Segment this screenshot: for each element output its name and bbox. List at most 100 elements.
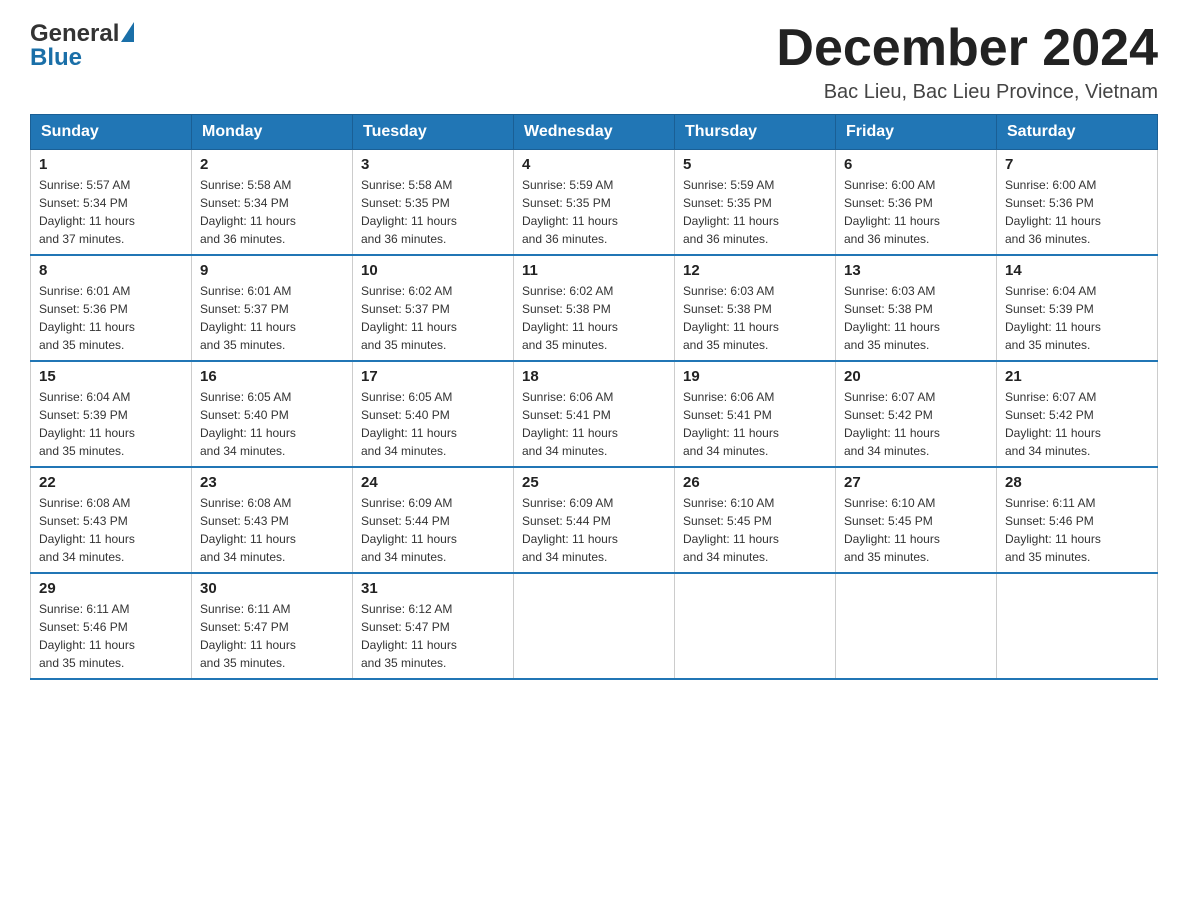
day-cell: 28 Sunrise: 6:11 AMSunset: 5:46 PMDayligh… [997,467,1158,573]
day-number: 17 [361,368,505,385]
day-info: Sunrise: 6:03 AMSunset: 5:38 PMDaylight:… [683,282,827,354]
day-cell: 5Sunrise: 5:59 AMSunset: 5:35 PMDaylight… [675,150,836,256]
day-number: 21 [1005,368,1149,385]
day-info: Sunrise: 6:00 AMSunset: 5:36 PMDaylight:… [844,176,988,248]
day-cell: 21 Sunrise: 6:07 AMSunset: 5:42 PMDayligh… [997,361,1158,467]
day-cell: 30 Sunrise: 6:11 AMSunset: 5:47 PMDayligh… [192,573,353,679]
day-cell: 7 Sunrise: 6:00 AMSunset: 5:36 PMDaylight… [997,150,1158,256]
day-cell: 22 Sunrise: 6:08 AMSunset: 5:43 PMDayligh… [31,467,192,573]
day-info: Sunrise: 6:06 AMSunset: 5:41 PMDaylight:… [683,388,827,460]
day-cell [997,573,1158,679]
day-number: 2 [200,156,344,173]
day-info: Sunrise: 6:01 AMSunset: 5:37 PMDaylight:… [200,282,344,354]
header-cell-wednesday: Wednesday [514,115,675,150]
day-info: Sunrise: 6:00 AMSunset: 5:36 PMDaylight:… [1005,176,1149,248]
day-number: 18 [522,368,666,385]
day-cell: 15 Sunrise: 6:04 AMSunset: 5:39 PMDayligh… [31,361,192,467]
day-cell: 13 Sunrise: 6:03 AMSunset: 5:38 PMDayligh… [836,255,997,361]
day-info: Sunrise: 6:11 AMSunset: 5:47 PMDaylight:… [200,600,344,672]
day-info: Sunrise: 6:07 AMSunset: 5:42 PMDaylight:… [1005,388,1149,460]
day-cell: 25 Sunrise: 6:09 AMSunset: 5:44 PMDayligh… [514,467,675,573]
day-info: Sunrise: 6:10 AMSunset: 5:45 PMDaylight:… [683,494,827,566]
day-cell: 4 Sunrise: 5:59 AMSunset: 5:35 PMDaylight… [514,150,675,256]
day-info: Sunrise: 6:02 AMSunset: 5:38 PMDaylight:… [522,282,666,354]
day-cell: 29Sunrise: 6:11 AMSunset: 5:46 PMDayligh… [31,573,192,679]
day-number: 25 [522,474,666,491]
day-info: Sunrise: 6:09 AMSunset: 5:44 PMDaylight:… [361,494,505,566]
day-cell: 14 Sunrise: 6:04 AMSunset: 5:39 PMDayligh… [997,255,1158,361]
day-number: 13 [844,262,988,279]
week-row-2: 8Sunrise: 6:01 AMSunset: 5:36 PMDaylight… [31,255,1158,361]
day-info: Sunrise: 5:59 AMSunset: 5:35 PMDaylight:… [683,176,827,248]
day-number: 1 [39,156,183,173]
day-info: Sunrise: 6:11 AMSunset: 5:46 PMDaylight:… [39,600,183,672]
day-cell: 27 Sunrise: 6:10 AMSunset: 5:45 PMDayligh… [836,467,997,573]
day-cell [836,573,997,679]
day-cell: 8Sunrise: 6:01 AMSunset: 5:36 PMDaylight… [31,255,192,361]
day-number: 15 [39,368,183,385]
day-number: 11 [522,262,666,279]
day-info: Sunrise: 6:10 AMSunset: 5:45 PMDaylight:… [844,494,988,566]
day-number: 26 [683,474,827,491]
day-cell: 17 Sunrise: 6:05 AMSunset: 5:40 PMDayligh… [353,361,514,467]
day-number: 30 [200,580,344,597]
day-number: 8 [39,262,183,279]
day-info: Sunrise: 6:08 AMSunset: 5:43 PMDaylight:… [200,494,344,566]
day-info: Sunrise: 5:58 AMSunset: 5:34 PMDaylight:… [200,176,344,248]
day-number: 10 [361,262,505,279]
page-header: General Blue December 2024 Bac Lieu, Bac… [30,20,1158,104]
day-info: Sunrise: 6:12 AMSunset: 5:47 PMDaylight:… [361,600,505,672]
header-cell-friday: Friday [836,115,997,150]
day-info: Sunrise: 5:57 AMSunset: 5:34 PMDaylight:… [39,176,183,248]
day-number: 7 [1005,156,1149,173]
day-info: Sunrise: 6:07 AMSunset: 5:42 PMDaylight:… [844,388,988,460]
header-cell-sunday: Sunday [31,115,192,150]
day-cell: 31 Sunrise: 6:12 AMSunset: 5:47 PMDayligh… [353,573,514,679]
day-number: 24 [361,474,505,491]
day-info: Sunrise: 6:09 AMSunset: 5:44 PMDaylight:… [522,494,666,566]
week-row-5: 29Sunrise: 6:11 AMSunset: 5:46 PMDayligh… [31,573,1158,679]
page-subtitle: Bac Lieu, Bac Lieu Province, Vietnam [776,81,1158,104]
day-info: Sunrise: 6:11 AMSunset: 5:46 PMDaylight:… [1005,494,1149,566]
day-number: 22 [39,474,183,491]
day-cell [675,573,836,679]
day-cell: 19 Sunrise: 6:06 AMSunset: 5:41 PMDayligh… [675,361,836,467]
day-cell: 11 Sunrise: 6:02 AMSunset: 5:38 PMDayligh… [514,255,675,361]
day-number: 20 [844,368,988,385]
day-info: Sunrise: 6:05 AMSunset: 5:40 PMDaylight:… [361,388,505,460]
header-cell-thursday: Thursday [675,115,836,150]
day-info: Sunrise: 6:08 AMSunset: 5:43 PMDaylight:… [39,494,183,566]
day-cell: 26 Sunrise: 6:10 AMSunset: 5:45 PMDayligh… [675,467,836,573]
day-cell: 6Sunrise: 6:00 AMSunset: 5:36 PMDaylight… [836,150,997,256]
day-cell: 16 Sunrise: 6:05 AMSunset: 5:40 PMDayligh… [192,361,353,467]
day-cell: 2 Sunrise: 5:58 AMSunset: 5:34 PMDaylight… [192,150,353,256]
day-cell: 18Sunrise: 6:06 AMSunset: 5:41 PMDayligh… [514,361,675,467]
day-cell: 24 Sunrise: 6:09 AMSunset: 5:44 PMDayligh… [353,467,514,573]
day-number: 19 [683,368,827,385]
day-info: Sunrise: 6:03 AMSunset: 5:38 PMDaylight:… [844,282,988,354]
day-cell: 23 Sunrise: 6:08 AMSunset: 5:43 PMDayligh… [192,467,353,573]
day-number: 14 [1005,262,1149,279]
title-block: December 2024 Bac Lieu, Bac Lieu Provinc… [776,20,1158,104]
header-row: SundayMondayTuesdayWednesdayThursdayFrid… [31,115,1158,150]
day-info: Sunrise: 5:58 AMSunset: 5:35 PMDaylight:… [361,176,505,248]
day-cell: 1 Sunrise: 5:57 AMSunset: 5:34 PMDaylight… [31,150,192,256]
day-info: Sunrise: 5:59 AMSunset: 5:35 PMDaylight:… [522,176,666,248]
calendar-header: SundayMondayTuesdayWednesdayThursdayFrid… [31,115,1158,150]
week-row-1: 1 Sunrise: 5:57 AMSunset: 5:34 PMDaylight… [31,150,1158,256]
day-number: 9 [200,262,344,279]
day-number: 23 [200,474,344,491]
week-row-4: 22 Sunrise: 6:08 AMSunset: 5:43 PMDayligh… [31,467,1158,573]
logo-blue-text: Blue [30,44,82,72]
logo-arrow-icon [121,22,134,42]
header-cell-tuesday: Tuesday [353,115,514,150]
day-number: 4 [522,156,666,173]
calendar-body: 1 Sunrise: 5:57 AMSunset: 5:34 PMDaylight… [31,150,1158,680]
day-number: 16 [200,368,344,385]
day-number: 31 [361,580,505,597]
day-number: 28 [1005,474,1149,491]
day-info: Sunrise: 6:04 AMSunset: 5:39 PMDaylight:… [1005,282,1149,354]
day-number: 27 [844,474,988,491]
day-info: Sunrise: 6:04 AMSunset: 5:39 PMDaylight:… [39,388,183,460]
day-info: Sunrise: 6:05 AMSunset: 5:40 PMDaylight:… [200,388,344,460]
